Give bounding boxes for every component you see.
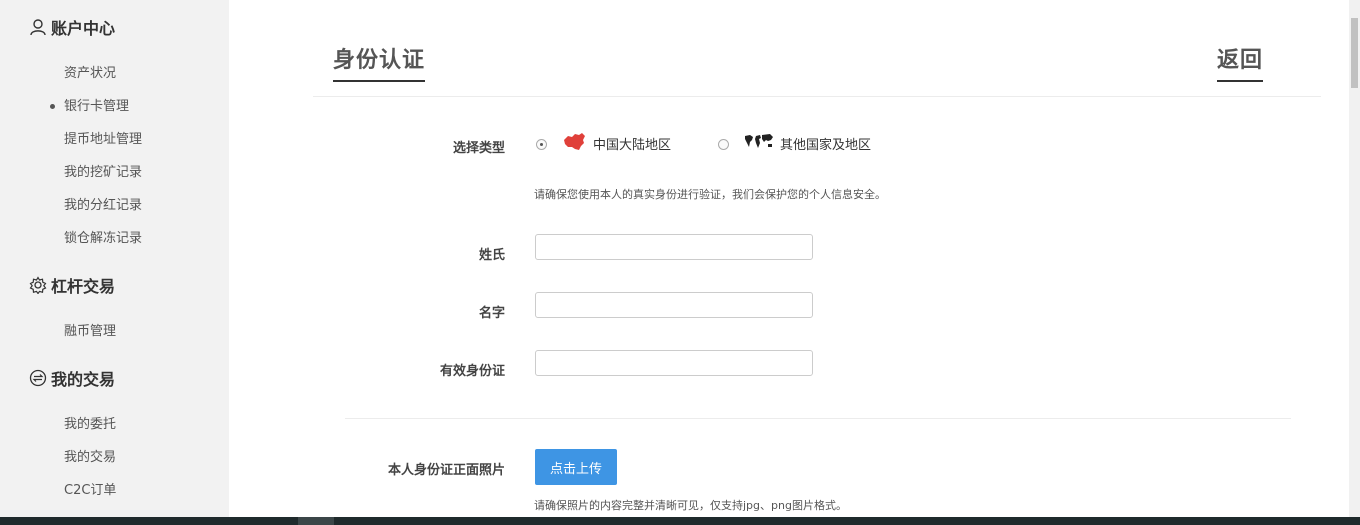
page-scrollbar[interactable] [1349,0,1360,517]
sidebar-item-mining-records[interactable]: 我的挖矿记录 [64,164,142,182]
world-map-icon [744,133,774,151]
sidebar: 账户中心 资产状况 银行卡管理 提币地址管理 我的挖矿记录 我的分红记录 锁仓解… [0,0,229,517]
sidebar-group-trades[interactable]: 我的交易 [29,366,115,390]
radio-other-regions[interactable] [718,139,729,150]
upload-button[interactable]: 点击上传 [535,449,617,485]
sidebar-group-leverage[interactable]: 杠杆交易 [29,273,115,297]
back-link[interactable]: 返回 [1217,42,1264,82]
sidebar-item-assets[interactable]: 资产状况 [64,65,116,83]
given-name-input[interactable] [535,292,813,318]
active-bullet-icon [50,104,55,109]
radio-mainland-china[interactable] [536,139,547,150]
sidebar-item-c2c-orders[interactable]: C2C订单 [64,482,116,500]
upload-label: 本人身份证正面照片 [387,463,505,478]
sidebar-item-dividend-records[interactable]: 我的分红记录 [64,197,142,215]
sidebar-item-margin[interactable]: 融币管理 [64,323,116,341]
divider [313,96,1321,97]
china-map-icon [562,132,586,152]
option-label-other-regions[interactable]: 其他国家及地区 [780,134,871,153]
given-name-label: 名字 [478,306,505,321]
sidebar-group-title: 账户中心 [51,19,116,38]
upload-hint: 请确保照片的内容完整并清晰可见，仅支持jpg、png图片格式。 [534,499,847,512]
id-number-label: 有效身份证 [439,364,505,379]
sidebar-item-my-orders[interactable]: 我的委托 [64,416,116,434]
page-title: 身份认证 [333,42,426,82]
gear-icon [29,276,47,295]
user-icon [29,18,47,36]
divider [345,418,1291,419]
sidebar-item-withdraw-address[interactable]: 提币地址管理 [64,131,142,149]
type-label: 选择类型 [452,141,505,156]
sidebar-item-bank-cards[interactable]: 银行卡管理 [64,98,129,116]
option-label-mainland-china[interactable]: 中国大陆地区 [593,134,671,153]
sidebar-item-unlock-records[interactable]: 锁仓解冻记录 [64,230,142,248]
type-hint: 请确保您使用本人的真实身份进行验证，我们会保护您的个人信息安全。 [534,188,886,201]
id-number-input[interactable] [535,350,813,376]
sidebar-group-account[interactable]: 账户中心 [29,15,115,39]
sidebar-group-title: 杠杆交易 [51,277,116,296]
taskbar [0,517,1360,525]
taskbar-item[interactable] [298,517,334,525]
surname-input[interactable] [535,234,813,260]
sidebar-group-title: 我的交易 [51,370,116,389]
sidebar-item-my-trades[interactable]: 我的交易 [64,449,116,467]
scrollbar-thumb[interactable] [1351,18,1358,88]
exchange-icon [29,369,47,387]
main-content: 身份认证 返回 选择类型 中国大陆地区 其他国家及地区 请确保您使用本人的真实身… [229,0,1349,517]
surname-label: 姓氏 [478,248,505,263]
